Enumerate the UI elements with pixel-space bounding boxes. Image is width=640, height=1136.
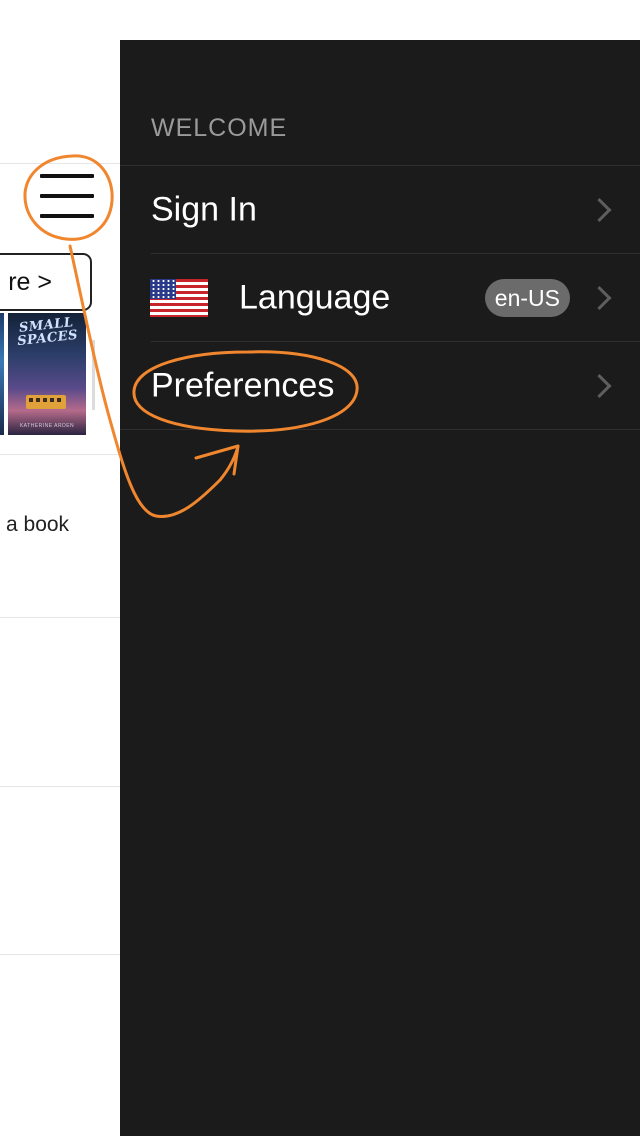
language-badge: en-US bbox=[484, 278, 570, 317]
chevron-right-icon bbox=[587, 197, 612, 222]
school-bus-illustration bbox=[26, 395, 66, 409]
book-cover-partial[interactable] bbox=[0, 313, 4, 435]
menu-item-label: Sign In bbox=[151, 190, 257, 228]
divider bbox=[0, 954, 120, 955]
divider bbox=[0, 454, 120, 455]
divider bbox=[0, 617, 120, 618]
menu-item-language[interactable]: Language en-US bbox=[120, 254, 640, 341]
section-header-welcome: WELCOME bbox=[151, 114, 288, 142]
more-button[interactable]: re > bbox=[0, 253, 92, 311]
chevron-right-icon bbox=[587, 373, 612, 398]
book-cover-partial-right[interactable] bbox=[92, 340, 95, 410]
us-flag-icon bbox=[150, 278, 208, 317]
divider bbox=[0, 163, 120, 164]
book-title: SMALL SPACES bbox=[16, 315, 79, 350]
screen: re > SMALL SPACES KATHERINE ARDEN a book… bbox=[0, 0, 640, 1136]
menu-item-sign-in[interactable]: Sign In bbox=[120, 166, 640, 253]
chevron-right-icon bbox=[587, 285, 612, 310]
divider bbox=[0, 786, 120, 787]
menu-item-preferences[interactable]: Preferences bbox=[120, 342, 640, 429]
side-drawer-menu: WELCOME Sign In Language en-US Preferenc… bbox=[120, 40, 640, 1136]
background-app-content: re > SMALL SPACES KATHERINE ARDEN a book bbox=[0, 0, 120, 1136]
background-body-text: a book bbox=[6, 513, 70, 536]
menu-item-label: Language bbox=[239, 278, 391, 316]
book-author: KATHERINE ARDEN bbox=[19, 423, 75, 429]
menu-item-label: Preferences bbox=[151, 366, 335, 404]
separator bbox=[120, 429, 640, 430]
book-cover[interactable]: SMALL SPACES KATHERINE ARDEN bbox=[8, 313, 86, 435]
hamburger-menu-icon[interactable] bbox=[40, 172, 94, 220]
